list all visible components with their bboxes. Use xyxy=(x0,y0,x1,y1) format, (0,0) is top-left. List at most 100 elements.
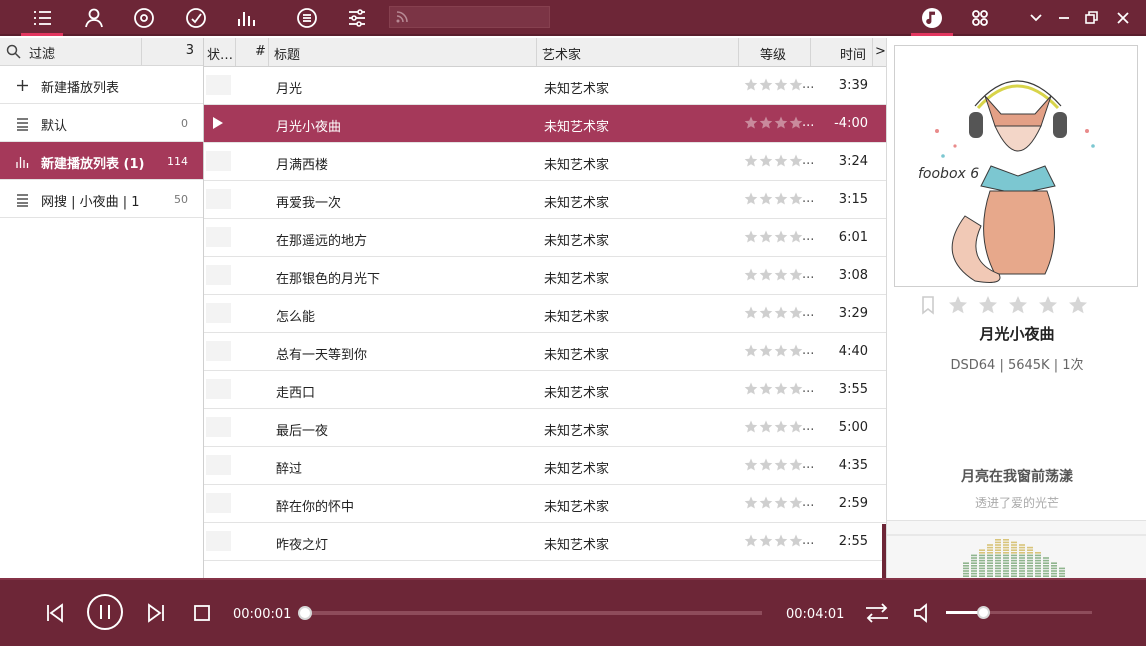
star-icon[interactable] xyxy=(744,382,758,396)
star-icon[interactable] xyxy=(744,496,758,510)
star-icon[interactable] xyxy=(759,458,773,472)
star-icon[interactable] xyxy=(744,116,758,130)
star-icon[interactable] xyxy=(948,295,968,315)
track-rating[interactable] xyxy=(744,534,803,548)
star-icon[interactable] xyxy=(774,306,788,320)
star-icon[interactable] xyxy=(789,344,803,358)
track-row[interactable]: 昨夜之灯 未知艺术家... 2:55 xyxy=(204,523,886,561)
track-row[interactable]: 月光 未知艺术家... 3:39 xyxy=(204,67,886,105)
star-icon[interactable] xyxy=(978,295,998,315)
star-icon[interactable] xyxy=(789,420,803,434)
track-rating[interactable] xyxy=(744,116,803,130)
track-rating[interactable] xyxy=(744,230,803,244)
track-rating[interactable] xyxy=(744,268,803,282)
playlist-view-button[interactable] xyxy=(21,4,63,36)
star-icon[interactable] xyxy=(774,154,788,168)
track-row[interactable]: 醉过 未知艺术家... 4:35 xyxy=(204,447,886,485)
now-playing-view-button[interactable] xyxy=(911,4,953,36)
main-menu-button[interactable] xyxy=(292,4,322,32)
column-time[interactable]: 时间 xyxy=(840,44,866,63)
previous-button[interactable] xyxy=(44,602,66,624)
track-row[interactable]: 再爱我一次 未知艺术家... 3:15 xyxy=(204,181,886,219)
star-icon[interactable] xyxy=(744,306,758,320)
track-rating[interactable] xyxy=(744,344,803,358)
sidebar-item-new-playlist[interactable]: 新建播放列表 xyxy=(0,66,203,104)
track-row[interactable]: 怎么能 未知艺术家... 3:29 xyxy=(204,295,886,333)
star-icon[interactable] xyxy=(774,230,788,244)
star-icon[interactable] xyxy=(759,78,773,92)
stop-button[interactable] xyxy=(192,603,212,623)
star-icon[interactable] xyxy=(759,116,773,130)
track-rating[interactable] xyxy=(744,154,803,168)
playback-order-button[interactable] xyxy=(864,601,890,625)
track-rating[interactable] xyxy=(744,78,803,92)
star-icon[interactable] xyxy=(789,192,803,206)
pause-button[interactable] xyxy=(86,593,124,631)
star-icon[interactable] xyxy=(744,268,758,282)
star-icon[interactable] xyxy=(759,192,773,206)
star-icon[interactable] xyxy=(744,420,758,434)
track-rating[interactable] xyxy=(744,496,803,510)
star-icon[interactable] xyxy=(774,382,788,396)
sidebar-item-web-search[interactable]: 网搜 | 小夜曲 | 1 50 xyxy=(0,180,203,218)
seek-handle[interactable] xyxy=(297,606,312,620)
star-icon[interactable] xyxy=(789,78,803,92)
star-icon[interactable] xyxy=(789,230,803,244)
search-box[interactable] xyxy=(389,6,550,28)
close-button[interactable] xyxy=(1108,4,1138,32)
star-icon[interactable] xyxy=(744,78,758,92)
layout-grid-button[interactable] xyxy=(965,4,995,32)
track-rating[interactable] xyxy=(744,420,803,434)
mute-button[interactable] xyxy=(912,602,934,624)
star-icon[interactable] xyxy=(759,534,773,548)
star-icon[interactable] xyxy=(759,382,773,396)
search-input[interactable] xyxy=(390,7,549,27)
track-row[interactable]: 在那银色的月光下 未知艺术家... 3:08 xyxy=(204,257,886,295)
star-icon[interactable] xyxy=(774,534,788,548)
volume-slider[interactable] xyxy=(946,606,1092,619)
star-icon[interactable] xyxy=(1038,295,1058,315)
track-row[interactable]: 在那遥远的地方 未知艺术家... 6:01 xyxy=(204,219,886,257)
genre-view-button[interactable] xyxy=(181,4,211,32)
star-icon[interactable] xyxy=(789,306,803,320)
star-icon[interactable] xyxy=(744,192,758,206)
column-more[interactable]: > xyxy=(875,44,886,59)
star-icon[interactable] xyxy=(759,268,773,282)
star-icon[interactable] xyxy=(789,382,803,396)
column-artist[interactable]: 艺术家 xyxy=(542,44,581,63)
star-icon[interactable] xyxy=(1008,295,1028,315)
track-row[interactable]: 总有一天等到你 未知艺术家... 4:40 xyxy=(204,333,886,371)
star-icon[interactable] xyxy=(774,344,788,358)
settings-button[interactable] xyxy=(342,4,372,32)
sidebar-item-default[interactable]: 默认 0 xyxy=(0,104,203,142)
track-rating[interactable] xyxy=(744,382,803,396)
star-icon[interactable] xyxy=(774,268,788,282)
restore-button[interactable] xyxy=(1076,4,1106,32)
star-icon[interactable] xyxy=(759,496,773,510)
star-icon[interactable] xyxy=(789,268,803,282)
seek-bar[interactable] xyxy=(297,606,762,620)
track-rating[interactable] xyxy=(744,458,803,472)
star-icon[interactable] xyxy=(744,534,758,548)
bookmark-icon[interactable] xyxy=(918,295,938,315)
track-rating[interactable] xyxy=(744,306,803,320)
sidebar-item-new-playlist-1[interactable]: 新建播放列表 (1) 114 xyxy=(0,142,203,180)
track-row[interactable]: 最后一夜 未知艺术家... 5:00 xyxy=(204,409,886,447)
star-icon[interactable] xyxy=(744,230,758,244)
star-icon[interactable] xyxy=(774,192,788,206)
star-icon[interactable] xyxy=(774,458,788,472)
track-row[interactable]: 走西口 未知艺术家... 3:55 xyxy=(204,371,886,409)
star-icon[interactable] xyxy=(759,306,773,320)
star-icon[interactable] xyxy=(1068,295,1088,315)
track-row[interactable]: 醉在你的怀中 未知艺术家... 2:59 xyxy=(204,485,886,523)
track-row[interactable]: 月满西楼 未知艺术家... 3:24 xyxy=(204,143,886,181)
star-icon[interactable] xyxy=(774,496,788,510)
album-view-button[interactable] xyxy=(129,4,159,32)
column-title[interactable]: 标题 xyxy=(274,44,300,63)
column-number[interactable]: # xyxy=(255,44,266,59)
column-rating[interactable]: 等级 xyxy=(760,44,786,63)
mini-mode-button[interactable] xyxy=(1021,4,1051,32)
star-icon[interactable] xyxy=(774,420,788,434)
star-icon[interactable] xyxy=(789,154,803,168)
star-icon[interactable] xyxy=(744,154,758,168)
